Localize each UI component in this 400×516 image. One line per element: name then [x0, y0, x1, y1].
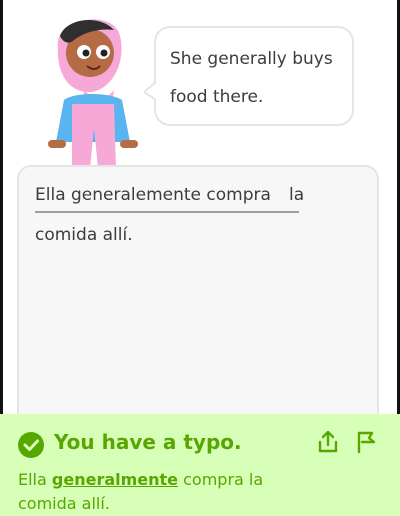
character-illustration — [48, 19, 138, 168]
feedback-title: You have a typo. — [54, 430, 242, 454]
answer-word-3[interactable]: comida allí. — [35, 225, 133, 245]
check-icon — [18, 432, 44, 458]
answer-word-2[interactable]: la — [289, 185, 304, 205]
speech-bubble: She generally buys food there. — [154, 26, 354, 126]
prompt-line-1: She generally buys — [170, 49, 333, 69]
correct-answer-line2: comida allí. — [18, 494, 110, 513]
feedback-panel: You have a typo. Ella generalmente compr… — [0, 414, 400, 516]
correct-answer-text: Ella generalmente compra la comida allí. — [18, 468, 378, 516]
flag-icon[interactable] — [352, 428, 380, 456]
correct-answer-before: Ella — [18, 470, 52, 489]
correct-answer-highlight: generalmente — [51, 470, 179, 489]
answer-word-1[interactable]: Ella generalemente compra — [35, 185, 271, 205]
answer-underline — [35, 211, 299, 213]
speech-bubble-tail — [144, 82, 157, 100]
answer-box[interactable]: Ella generalemente compra la comida allí… — [17, 165, 379, 435]
prompt-line-2: food there. — [170, 87, 264, 107]
correct-answer-after: compra la — [178, 470, 264, 489]
share-icon[interactable] — [314, 428, 342, 456]
